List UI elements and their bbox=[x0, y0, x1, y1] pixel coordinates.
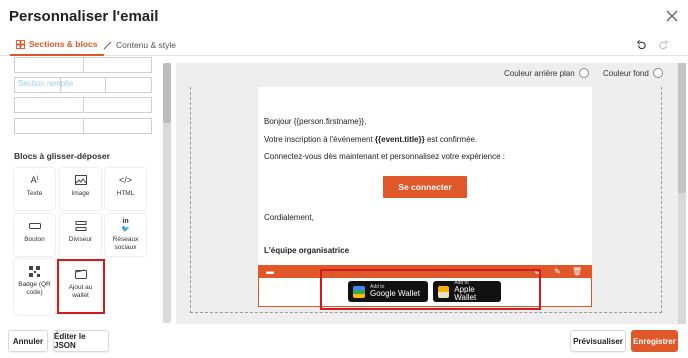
undo-icon[interactable] bbox=[633, 37, 649, 53]
bg-color-option[interactable]: Couleur arrière plan bbox=[504, 68, 589, 78]
email-confirmation-line: Votre inscription à l'événement {{event.… bbox=[264, 135, 477, 144]
preview-button[interactable]: Prévisualiser bbox=[570, 330, 626, 352]
blocks-title: Blocs à glisser-déposer bbox=[14, 151, 110, 161]
tab-label: Sections & blocs bbox=[29, 39, 98, 49]
ghost-drag-label: Section remplie bbox=[18, 79, 74, 88]
section-layout-2col-c[interactable] bbox=[14, 118, 152, 134]
fill-color-option[interactable]: Couleur fond bbox=[603, 68, 663, 78]
brush-icon bbox=[103, 41, 112, 49]
edit-pencil-icon[interactable]: ✎ bbox=[554, 267, 563, 276]
email-event-title: {{event.title}} bbox=[374, 135, 425, 144]
block-badge-qr[interactable]: Badge (QR code) bbox=[14, 259, 55, 315]
layout-grid-icon bbox=[16, 39, 25, 49]
tab-contenu-style[interactable]: Contenu & style bbox=[97, 34, 182, 56]
block-label: Bouton bbox=[24, 236, 45, 243]
section-layout-2col[interactable] bbox=[14, 57, 152, 73]
redo-icon[interactable] bbox=[655, 37, 671, 53]
trash-icon[interactable]: 🗑 bbox=[572, 267, 582, 276]
block-label: Diviseur bbox=[68, 236, 93, 243]
close-icon[interactable] bbox=[664, 8, 680, 24]
block-label: Texte bbox=[26, 190, 43, 197]
email-cta-line: Connectez-vous dès maintenant et personn… bbox=[264, 152, 506, 161]
edit-json-button[interactable]: Éditer le JSON bbox=[53, 330, 109, 352]
block-label: Badge (QR code) bbox=[18, 281, 51, 296]
block-label: HTML bbox=[116, 190, 135, 197]
block-texte[interactable]: AI Texte bbox=[14, 168, 55, 210]
bg-color-radio[interactable] bbox=[578, 68, 589, 78]
fill-color-label: Couleur fond bbox=[603, 68, 649, 78]
block-html[interactable]: </> HTML bbox=[105, 168, 146, 210]
tab-label: Contenu & style bbox=[116, 40, 177, 50]
email-line2-post: est confirmée. bbox=[424, 135, 478, 144]
block-label: Réseaux sociaux bbox=[112, 236, 139, 251]
tab-bar: Sections & blocs Contenu & style bbox=[0, 34, 688, 56]
save-button[interactable]: Enregistrer bbox=[631, 330, 678, 352]
dialog-title: Personnaliser l'email bbox=[9, 8, 159, 25]
section-layout-2col-b[interactable] bbox=[14, 97, 152, 113]
block-diviseur[interactable]: Diviseur bbox=[60, 214, 101, 256]
left-scrollbar-thumb[interactable] bbox=[163, 63, 171, 123]
block-reseaux-sociaux[interactable]: in 🐦 Réseaux sociaux bbox=[105, 214, 146, 256]
highlight-wallet-block bbox=[57, 259, 105, 314]
block-bouton[interactable]: Bouton bbox=[14, 214, 55, 256]
tab-sections-blocs[interactable]: Sections & blocs bbox=[10, 34, 104, 56]
cancel-button[interactable]: Annuler bbox=[8, 330, 48, 352]
dialog-header: Personnaliser l'email bbox=[0, 0, 688, 34]
image-icon bbox=[74, 174, 88, 186]
text-icon: AI bbox=[30, 174, 39, 185]
connect-button[interactable]: Se connecter bbox=[383, 176, 467, 198]
button-icon bbox=[28, 220, 42, 232]
canvas-scrollbar-thumb[interactable] bbox=[678, 63, 686, 193]
email-greeting: Bonjour {{person.firstname}}, bbox=[264, 117, 367, 126]
fill-color-radio[interactable] bbox=[652, 68, 663, 78]
drag-handle-icon[interactable]: ▬ bbox=[266, 267, 275, 276]
email-line2-pre: Votre inscription à l'événement bbox=[264, 135, 375, 144]
highlight-wallet-area bbox=[320, 269, 541, 310]
social-icon: in 🐦 bbox=[121, 217, 130, 233]
email-signature: L'équipe organisatrice bbox=[264, 246, 350, 255]
divider-icon bbox=[74, 220, 88, 232]
block-image[interactable]: Image bbox=[60, 168, 101, 210]
qr-icon bbox=[28, 265, 42, 277]
bg-color-label: Couleur arrière plan bbox=[504, 68, 575, 78]
email-closing: Cordialement, bbox=[264, 213, 314, 222]
code-icon: </> bbox=[118, 174, 132, 185]
block-label: Image bbox=[71, 190, 90, 197]
